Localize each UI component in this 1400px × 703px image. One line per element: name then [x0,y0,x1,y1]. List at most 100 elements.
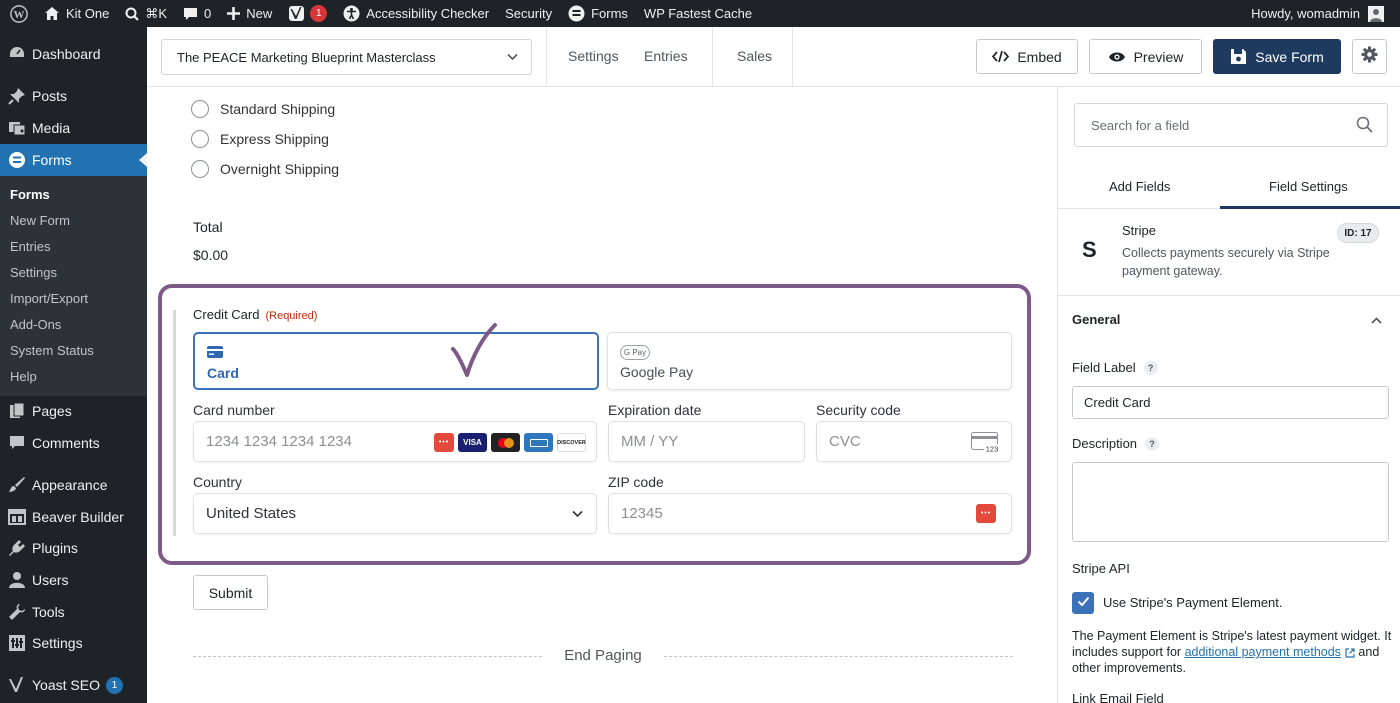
tab-field-settings[interactable]: Field Settings [1269,179,1348,194]
shipping-option-standard[interactable]: Standard Shipping [191,100,335,118]
sidebar-item-plugins[interactable]: Plugins [0,532,147,564]
additional-payment-methods-link[interactable]: additional payment methods [1185,645,1355,659]
comments-link[interactable]: 0 [175,0,219,27]
sidebar-item-label: Dashboard [32,46,101,62]
avatar [1368,5,1384,22]
forms-icon [8,151,26,169]
gear-icon [1361,46,1378,68]
selected-field-indicator [173,310,176,536]
form-switcher-select[interactable]: The PEACE Marketing Blueprint Masterclas… [161,39,532,75]
zip-code-input[interactable]: 12345 ••• [608,493,1012,534]
tab-sales[interactable]: Sales [737,48,772,64]
settings-icon [8,634,26,652]
home-icon [44,6,60,21]
expiration-input[interactable]: MM / YY [608,421,805,462]
sidebar-item-tools[interactable]: Tools [0,596,147,628]
greeting: Howdy, womadmin [1251,6,1360,21]
sidebar-item-settings[interactable]: Settings [0,627,147,659]
submenu-item-forms[interactable]: Forms [10,187,50,202]
link-email-field-label: Link Email Field [1072,691,1164,703]
chevron-up-icon[interactable] [1370,314,1383,332]
sidebar-item-beaver-builder[interactable]: Beaver Builder [0,501,147,533]
shipping-option-overnight[interactable]: Overnight Shipping [191,160,339,178]
country-select[interactable]: United States [193,493,597,534]
accessibility-checker-link[interactable]: Accessibility Checker [335,0,497,27]
payment-element-description: The Payment Element is Stripe's latest p… [1072,628,1397,676]
card-error-icon: ••• [434,433,454,452]
external-link-icon [1345,648,1355,658]
save-form-button[interactable]: Save Form [1213,39,1341,74]
payment-element-checkbox[interactable] [1072,592,1094,614]
description-label-text: Description [1072,436,1138,451]
tab-add-fields[interactable]: Add Fields [1109,179,1170,194]
sidebar-item-label: Tools [32,604,65,620]
pe-link-text: additional payment methods [1184,645,1341,659]
shipping-option-express[interactable]: Express Shipping [191,130,329,148]
sidebar-item-label: Settings [32,635,83,651]
submenu-item-import-export[interactable]: Import/Export [10,291,88,306]
submenu-item-settings[interactable]: Settings [10,265,57,280]
site-name-link[interactable]: Kit One [36,0,117,27]
card-number-input[interactable]: 1234 1234 1234 1234 ••• VISA DISCOVER [193,421,597,462]
sidebar-item-label: Pages [32,403,72,419]
security-link[interactable]: Security [497,0,560,27]
security-code-input[interactable]: CVC 123 [816,421,1012,462]
submenu-item-add-ons[interactable]: Add-Ons [10,317,61,332]
sidebar-item-pages[interactable]: Pages [0,395,147,427]
sidebar-item-appearance[interactable]: Appearance [0,469,147,501]
sidebar-item-posts[interactable]: Posts [0,80,147,112]
submenu-item-entries[interactable]: Entries [10,239,50,254]
embed-button[interactable]: Embed [976,39,1078,74]
preview-button[interactable]: Preview [1089,39,1202,74]
admin-bar: W Kit One ⌘K 0 New 1 Accessibility Check… [0,0,1400,27]
command-palette-link[interactable]: ⌘K [117,0,175,27]
pushpin-icon [8,87,26,105]
help-icon[interactable]: ? [1145,436,1160,451]
required-indicator: (Required) [265,310,318,322]
fastest-cache-label: WP Fastest Cache [643,6,753,21]
sidebar-item-label: Forms [32,152,72,168]
submenu-item-help[interactable]: Help [10,369,37,384]
description-textarea[interactable] [1072,462,1389,542]
comments-count: 0 [204,6,212,21]
sidebar-item-users[interactable]: Users [0,564,147,596]
submenu-item-system-status[interactable]: System Status [10,343,94,358]
yoast-menu-link[interactable]: 1 [280,0,335,27]
forms-link[interactable]: Forms [560,0,636,27]
field-label-input[interactable]: Credit Card [1072,386,1389,419]
form-settings-button[interactable] [1352,39,1387,74]
payment-element-label[interactable]: Use Stripe's Payment Element. [1103,595,1283,610]
tab-entries[interactable]: Entries [644,48,688,64]
payment-tab-google-pay[interactable]: G Pay Google Pay [607,332,1012,390]
sidebar-item-comments[interactable]: Comments [0,427,147,459]
sidebar-item-forms[interactable]: Forms [0,144,147,176]
wordpress-logo-icon[interactable]: W [0,0,36,27]
submit-button[interactable]: Submit [193,575,268,610]
submenu-item-new-form[interactable]: New Form [10,213,70,228]
admin-sidebar: Dashboard Posts Media Forms Forms New Fo… [0,27,147,703]
general-section-header[interactable]: General [1072,312,1120,327]
security-code-label: Security code [816,402,901,418]
sidebar-item-yoast-seo[interactable]: Yoast SEO 1 [0,669,147,701]
chevron-down-icon [506,50,519,66]
tab-settings[interactable]: Settings [568,48,619,64]
radio-button[interactable] [191,160,209,178]
field-search-input[interactable]: Search for a field [1074,103,1388,147]
sidebar-item-media[interactable]: Media [0,112,147,144]
country-value: United States [206,505,297,522]
fastest-cache-link[interactable]: WP Fastest Cache [636,0,760,27]
field-label-label: Field Label ? [1072,360,1158,375]
sidebar-item-dashboard[interactable]: Dashboard [0,38,147,70]
new-content-link[interactable]: New [219,0,280,27]
svg-text:W: W [14,9,25,21]
user-icon [8,571,26,589]
my-account-link[interactable]: Howdy, womadmin [1243,0,1392,27]
payment-tab-card[interactable]: Card [193,332,599,390]
field-type-title: Stripe [1122,223,1156,238]
radio-button[interactable] [191,100,209,118]
toolbar-divider [792,27,793,87]
shortcut-label: ⌘K [145,5,168,21]
help-icon[interactable]: ? [1143,360,1158,375]
forms-label: Forms [591,6,628,21]
radio-button[interactable] [191,130,209,148]
